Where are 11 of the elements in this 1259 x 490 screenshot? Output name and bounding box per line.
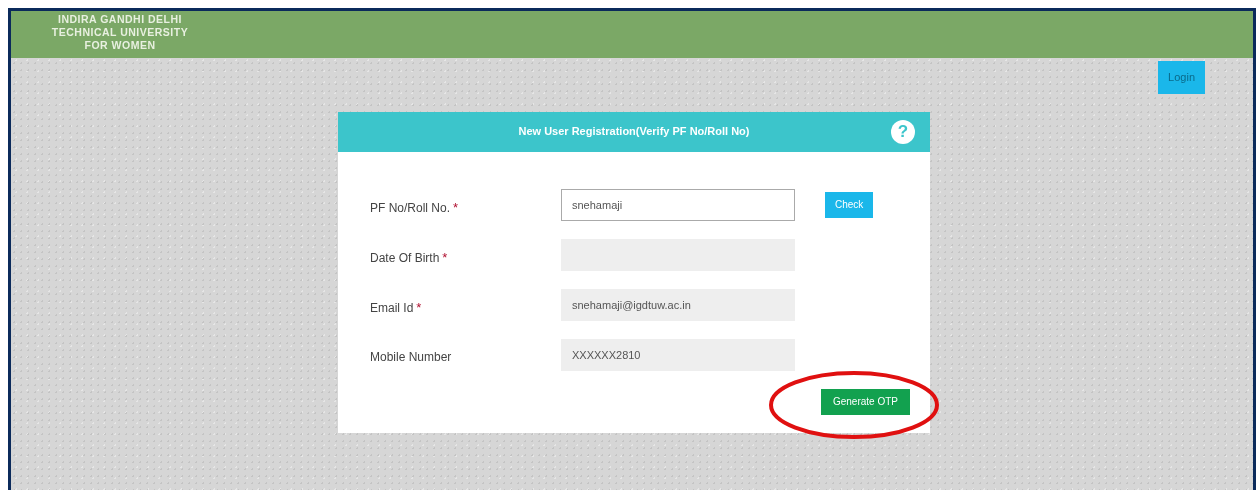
university-logo: INDIRA GANDHI DELHI TECHNICAL UNIVERSITY FOR WOMEN <box>50 13 190 52</box>
field-label: Date Of Birth * <box>370 248 449 267</box>
field-label: Mobile Number <box>370 348 453 366</box>
help-icon[interactable]: ? <box>891 119 915 144</box>
input-field[interactable]: snehamaji <box>561 188 795 221</box>
login-button[interactable]: Login <box>1158 61 1205 94</box>
card-title: New User Registration(Verify PF No/Roll No) <box>518 124 750 140</box>
field-label: PF No/Roll No. * <box>370 198 460 217</box>
field-label: Email Id * <box>370 298 423 317</box>
generate-otp-button[interactable]: Generate OTP <box>820 388 910 415</box>
check-button[interactable]: Check <box>825 191 874 218</box>
